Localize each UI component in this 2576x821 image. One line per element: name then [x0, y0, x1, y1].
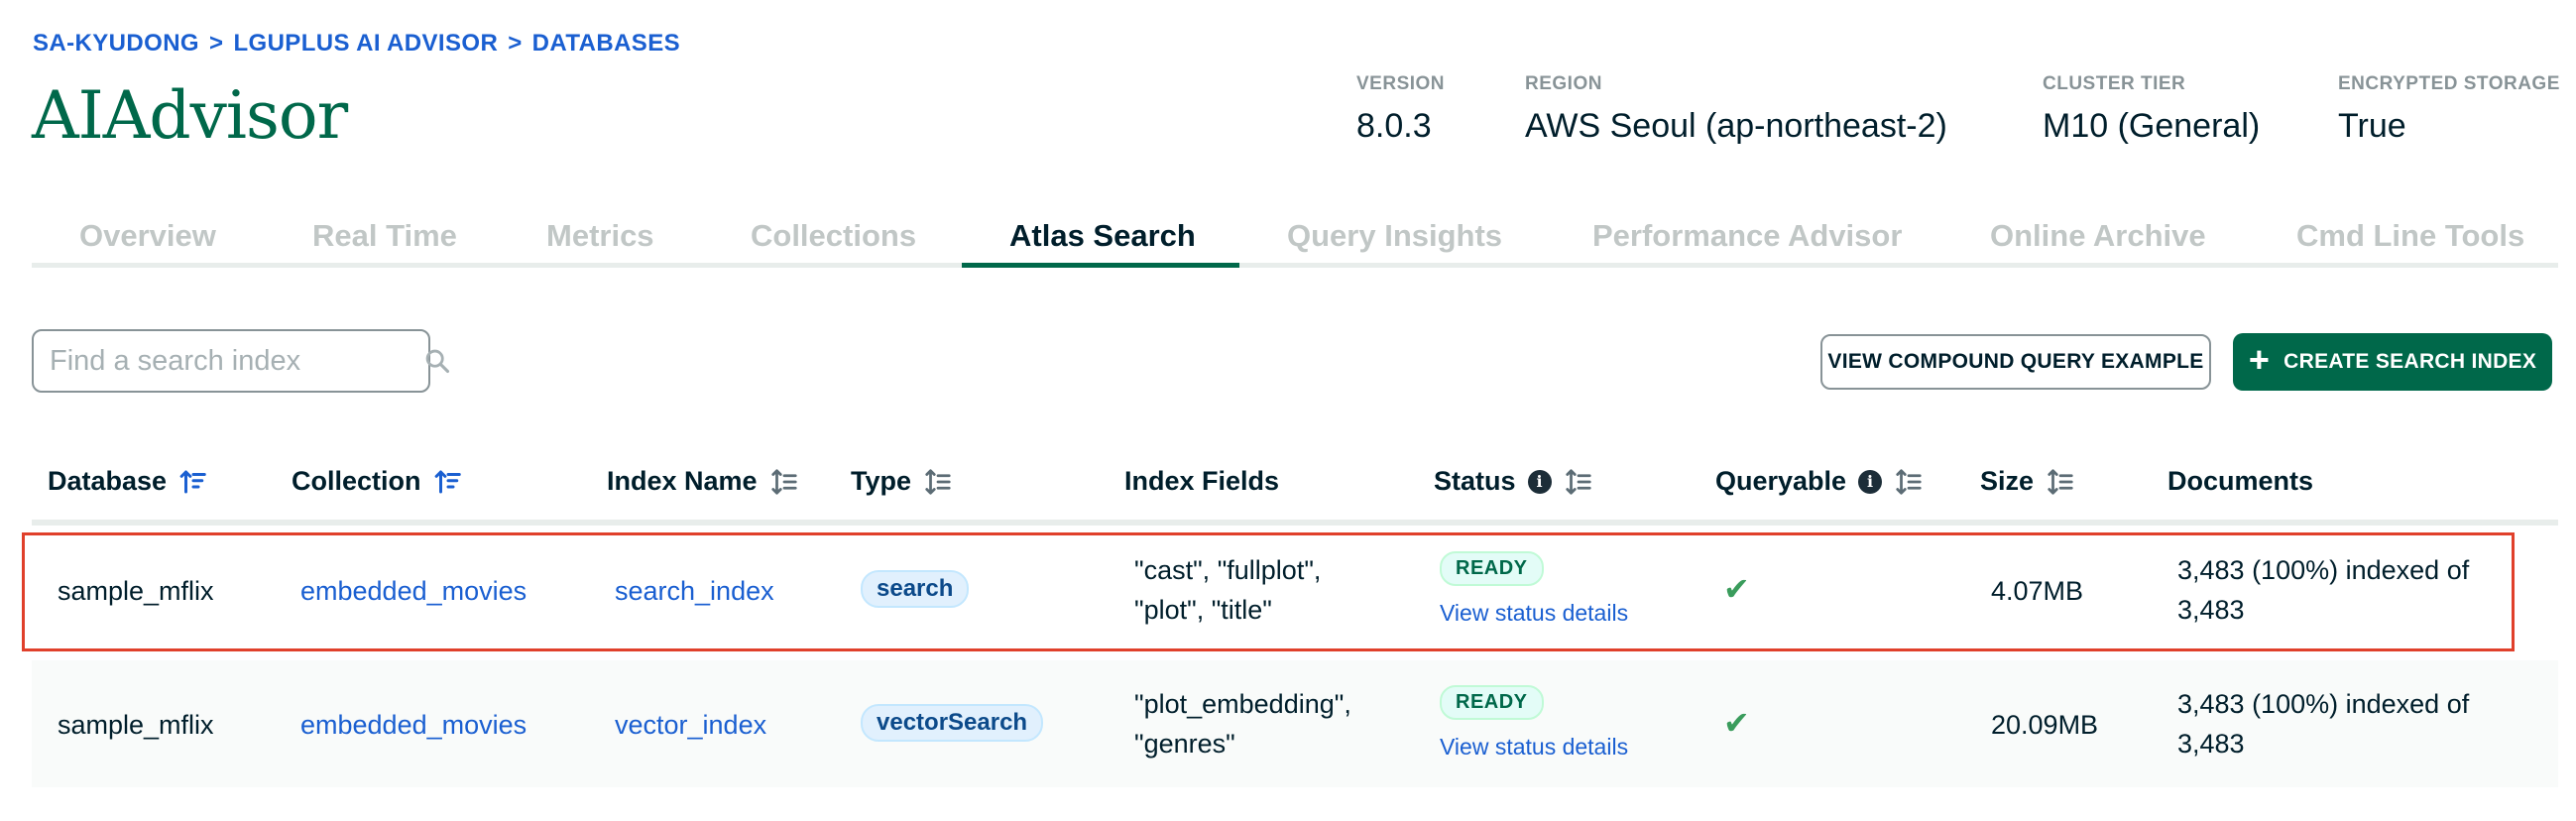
tab-online-archive[interactable]: Online Archive — [1990, 218, 2206, 254]
view-status-details-link[interactable]: View status details — [1440, 734, 1628, 761]
active-tab-indicator — [962, 263, 1239, 268]
column-header-index-fields: Index Fields — [1124, 466, 1279, 497]
search-box — [32, 329, 450, 393]
meta-encrypted-storage-value: True — [2338, 107, 2406, 145]
create-search-index-button[interactable]: + CREATE SEARCH INDEX — [2233, 333, 2552, 391]
column-label-documents: Documents — [2167, 466, 2314, 496]
column-label-size: Size — [1980, 466, 2035, 496]
status-badge: READY — [1440, 685, 1544, 720]
meta-encrypted-storage: ENCRYPTED STORAGE True — [2338, 73, 2560, 146]
type-badge: vectorSearch — [861, 704, 1044, 742]
meta-version-label: VERSION — [1356, 73, 1446, 94]
tab-cmd-line-tools[interactable]: Cmd Line Tools — [2296, 218, 2524, 254]
documents-line: 3,483 (100%) indexed of — [2177, 555, 2470, 585]
tab-query-insights[interactable]: Query Insights — [1287, 218, 1502, 254]
view-status-details-link[interactable]: View status details — [1440, 600, 1628, 627]
tab-real-time[interactable]: Real Time — [312, 218, 457, 254]
cell-status: READY View status details — [1440, 550, 1628, 627]
cell-documents: 3,483 (100%) indexed of 3,483 — [2177, 684, 2469, 763]
tab-collections[interactable]: Collections — [751, 218, 916, 254]
column-header-size: Size — [1980, 466, 2075, 497]
tab-atlas-search[interactable]: Atlas Search — [1009, 218, 1196, 254]
page-title: AIAdvisor — [32, 77, 348, 154]
sort-ascending-icon[interactable] — [433, 467, 463, 497]
index-fields-line: "cast", "fullplot", — [1134, 555, 1322, 585]
tab-bar: Overview Real Time Metrics Collections A… — [32, 208, 2558, 268]
index-fields-line: "plot", "title" — [1134, 595, 1272, 625]
table-header: Database Collection Index Name Type Inde… — [32, 446, 2558, 526]
sort-unsorted-icon[interactable] — [2046, 467, 2075, 497]
table-row[interactable]: sample_mflix embedded_movies search_inde… — [32, 527, 2558, 653]
meta-cluster-tier-value: M10 (General) — [2043, 107, 2261, 145]
cell-database: sample_mflix — [58, 710, 214, 740]
cell-size: 4.07MB — [1991, 576, 2084, 606]
sort-unsorted-icon[interactable] — [1894, 467, 1924, 497]
meta-version-value: 8.0.3 — [1356, 107, 1432, 145]
cell-type: vectorSearch — [861, 704, 1044, 742]
column-label-type: Type — [851, 466, 912, 496]
breadcrumb-project[interactable]: LGUPLUS AI ADVISOR — [233, 30, 498, 58]
documents-line: 3,483 — [2177, 595, 2245, 625]
documents-line: 3,483 — [2177, 729, 2245, 759]
breadcrumb-databases[interactable]: DATABASES — [532, 30, 680, 58]
column-header-type: Type — [851, 466, 953, 497]
cell-collection-link[interactable]: embedded_movies — [300, 710, 527, 741]
check-icon: ✔ — [1723, 705, 1750, 741]
cell-index-fields: "cast", "fullplot", "plot", "title" — [1134, 550, 1321, 630]
sort-unsorted-icon[interactable] — [1564, 467, 1593, 497]
meta-cluster-tier: CLUSTER TIER M10 (General) — [2043, 73, 2260, 146]
cell-index-fields: "plot_embedding", "genres" — [1134, 684, 1351, 763]
index-fields-line: "genres" — [1134, 729, 1235, 759]
info-icon[interactable]: i — [1858, 469, 1883, 494]
breadcrumb: SA-KYUDONG > LGUPLUS AI ADVISOR > DATABA… — [33, 30, 680, 58]
cell-documents: 3,483 (100%) indexed of 3,483 — [2177, 550, 2469, 630]
view-compound-query-button[interactable]: VIEW COMPOUND QUERY EXAMPLE — [1820, 334, 2211, 390]
meta-version: VERSION 8.0.3 — [1356, 73, 1445, 146]
index-fields-line: "plot_embedding", — [1134, 689, 1351, 719]
cell-index-name-link[interactable]: search_index — [615, 576, 774, 607]
column-label-status: Status — [1434, 466, 1516, 496]
table-row[interactable]: sample_mflix embedded_movies vector_inde… — [32, 660, 2558, 787]
search-icon[interactable] — [423, 346, 451, 376]
sort-unsorted-icon[interactable] — [923, 467, 953, 497]
column-label-collection: Collection — [292, 466, 421, 496]
plus-icon: + — [2248, 339, 2271, 380]
breadcrumb-org[interactable]: SA-KYUDONG — [33, 30, 199, 58]
create-search-index-label: CREATE SEARCH INDEX — [2283, 350, 2537, 373]
cell-index-name-link[interactable]: vector_index — [615, 710, 766, 741]
meta-region-label: REGION — [1525, 73, 1602, 94]
type-badge: search — [861, 570, 970, 608]
column-header-status: Status i — [1434, 466, 1593, 497]
column-header-index-name: Index Name — [607, 466, 799, 497]
column-header-queryable: Queryable i — [1715, 466, 1924, 497]
info-icon[interactable]: i — [1527, 469, 1552, 494]
breadcrumb-separator: > — [508, 30, 523, 57]
tab-performance-advisor[interactable]: Performance Advisor — [1592, 218, 1902, 254]
cell-status: READY View status details — [1440, 684, 1628, 761]
meta-region-value: AWS Seoul (ap-northeast-2) — [1525, 107, 1947, 145]
tab-metrics[interactable]: Metrics — [546, 218, 654, 254]
column-label-index-fields: Index Fields — [1124, 466, 1280, 496]
column-label-database: Database — [48, 466, 168, 496]
cell-database: sample_mflix — [58, 576, 214, 606]
meta-cluster-tier-label: CLUSTER TIER — [2043, 73, 2186, 94]
cell-size: 20.09MB — [1991, 710, 2099, 740]
status-badge: READY — [1440, 551, 1544, 586]
column-header-database: Database — [48, 466, 208, 497]
sort-unsorted-icon[interactable] — [769, 467, 799, 497]
cell-type: search — [861, 570, 970, 608]
meta-encrypted-storage-label: ENCRYPTED STORAGE — [2338, 73, 2560, 94]
check-icon: ✔ — [1723, 571, 1750, 607]
sort-ascending-icon[interactable] — [178, 467, 208, 497]
column-header-documents: Documents — [2167, 466, 2313, 497]
search-input[interactable] — [50, 344, 423, 378]
column-label-index-name: Index Name — [607, 466, 758, 496]
tab-overview[interactable]: Overview — [79, 218, 216, 254]
column-header-collection: Collection — [292, 466, 463, 497]
breadcrumb-separator: > — [209, 30, 224, 57]
meta-region: REGION AWS Seoul (ap-northeast-2) — [1525, 73, 1947, 146]
column-label-queryable: Queryable — [1715, 466, 1847, 496]
documents-line: 3,483 (100%) indexed of — [2177, 689, 2470, 719]
cell-collection-link[interactable]: embedded_movies — [300, 576, 527, 607]
